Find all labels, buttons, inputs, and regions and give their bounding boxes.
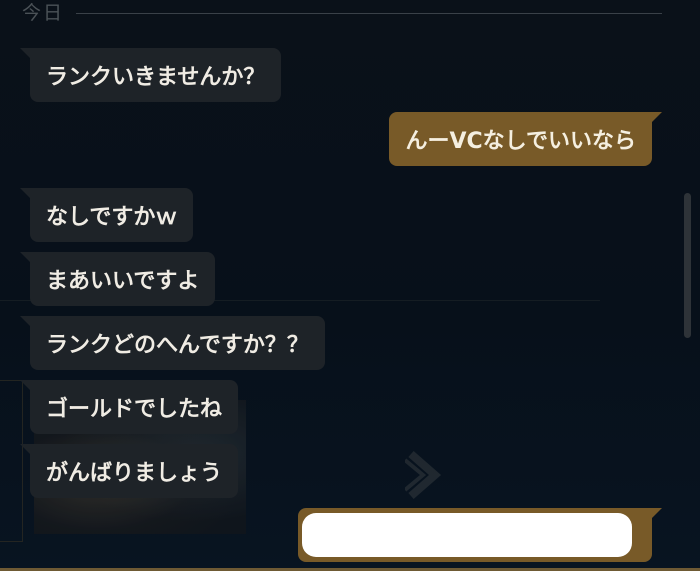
- message-text: んーVCなしでいいなら: [405, 129, 636, 154]
- redacted-message-text: [302, 513, 632, 557]
- message-text: なしですかｗ: [46, 205, 178, 230]
- chat-panel: 今日 ランクいきませんか？ んーVCなしでいいなら なしですかｗ まあいいですよ…: [0, 0, 700, 571]
- message-text: ランクどのへんですか？？: [46, 333, 309, 358]
- message-bubble-incoming[interactable]: ランクいきませんか？: [19, 48, 282, 102]
- message-bubble-incoming[interactable]: ゴールドでしたね: [19, 380, 239, 434]
- message-bubble-incoming[interactable]: なしですかｗ: [19, 188, 194, 242]
- message-bubble-incoming[interactable]: がんばりましょう: [19, 444, 239, 498]
- chevron-right-icon: [405, 450, 442, 500]
- message-bubble-outgoing[interactable]: んーVCなしでいいなら: [389, 112, 662, 166]
- message-text: がんばりましょう: [46, 461, 223, 486]
- date-divider-label: 今日: [22, 2, 65, 24]
- date-divider-rule: [76, 12, 662, 14]
- message-text: まあいいですよ: [46, 269, 200, 294]
- date-divider: 今日: [22, 0, 662, 26]
- message-text: ゴールドでしたね: [46, 397, 223, 422]
- background-frame: [0, 380, 23, 542]
- message-bubble-incoming[interactable]: まあいいですよ: [19, 252, 216, 306]
- scrollbar-thumb[interactable]: [684, 193, 691, 338]
- scrollbar-track[interactable]: [682, 0, 692, 560]
- message-text: ランクいきませんか？: [46, 65, 266, 90]
- message-bubble-incoming[interactable]: ランクどのへんですか？？: [20, 316, 325, 370]
- message-bubble-outgoing[interactable]: [298, 508, 662, 562]
